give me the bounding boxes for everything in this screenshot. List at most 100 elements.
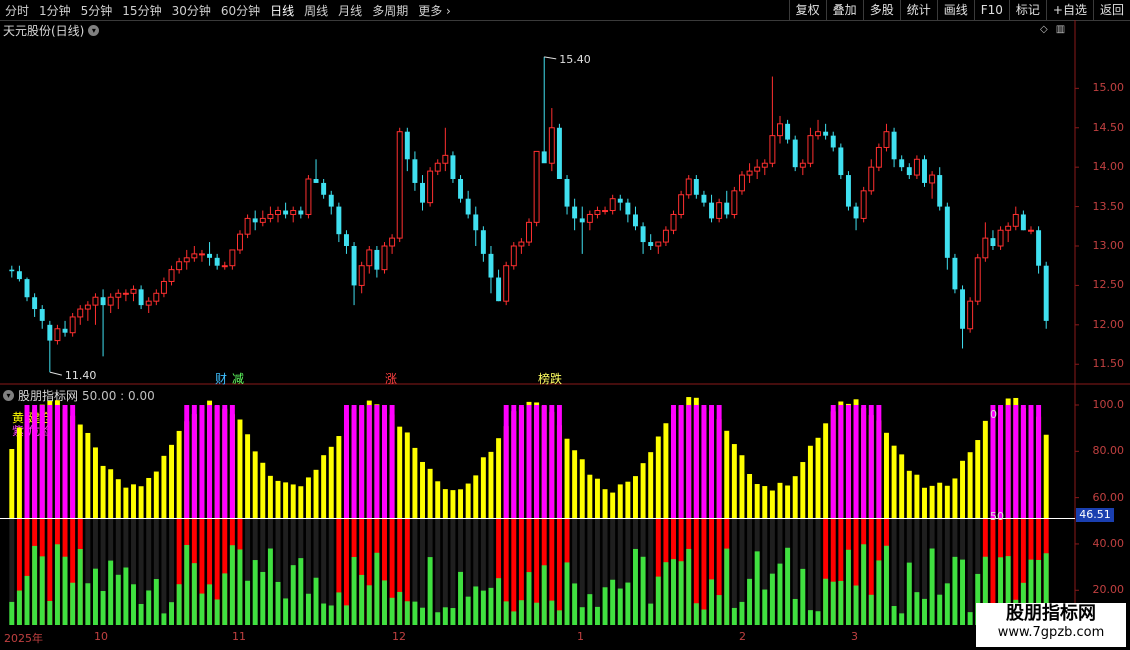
yellow-bar	[435, 481, 441, 519]
candle-body	[860, 190, 867, 219]
candle-body	[709, 202, 715, 219]
yellow-bar	[146, 477, 152, 519]
yellow-bar	[100, 465, 106, 519]
yellow-bar	[982, 420, 988, 519]
watermark-title: 股朋指标网	[1006, 603, 1096, 624]
candle-body	[617, 198, 623, 203]
lower-bar	[815, 518, 821, 625]
magenta-bar	[359, 405, 365, 519]
toolbar-button-1[interactable]: 叠加	[825, 0, 863, 20]
toolbar-button-3[interactable]: 统计	[899, 0, 937, 20]
yellow-bar	[594, 478, 600, 519]
candle-body	[982, 237, 989, 259]
period-tab-3[interactable]: 15分钟	[117, 2, 166, 19]
magenta-bar	[853, 405, 859, 519]
yellow-bar	[663, 423, 669, 519]
yellow-bar	[960, 460, 966, 519]
toolbar-button-6[interactable]: 标记	[1008, 0, 1046, 20]
period-tab-1[interactable]: 1分钟	[34, 2, 76, 19]
yellow-bar	[906, 470, 912, 519]
candle-body	[244, 217, 251, 235]
green-bar	[884, 545, 889, 625]
green-bar	[769, 573, 775, 625]
yellow-bar	[245, 434, 251, 519]
candle-body	[564, 179, 570, 207]
yellow-bar	[587, 474, 593, 519]
magenta-bar	[678, 405, 684, 519]
yellow-bar	[290, 484, 296, 519]
yellow-bar	[640, 463, 646, 519]
candle-body	[670, 213, 677, 231]
candle-body	[62, 328, 68, 333]
period-tab-9[interactable]: 多周期	[367, 2, 413, 19]
period-tab-5[interactable]: 60分钟	[216, 2, 265, 19]
green-bar	[937, 594, 943, 625]
period-tab-4[interactable]: 30分钟	[167, 2, 216, 19]
magenta-bar	[62, 405, 68, 519]
green-bar	[594, 606, 600, 625]
lower-bar	[899, 518, 905, 625]
yellow-bar	[648, 452, 654, 519]
toolbar-button-0[interactable]: 复权	[788, 0, 826, 20]
candle-body	[496, 277, 502, 302]
green-bar	[640, 556, 646, 625]
toolbar-button-2[interactable]: 多股	[862, 0, 900, 20]
indicator-tick: 40.00	[1092, 536, 1125, 550]
yellow-bar	[1043, 434, 1049, 519]
green-bar	[382, 580, 387, 625]
magenta-bar	[556, 405, 562, 519]
candle-body	[473, 214, 479, 231]
toolbar-button-4[interactable]: 画线	[936, 0, 974, 20]
green-bar	[161, 613, 167, 625]
candle-body	[823, 131, 829, 136]
green-bar	[351, 557, 357, 625]
price-tick: 12.00	[1092, 317, 1125, 331]
candle-body	[130, 288, 137, 294]
magenta-bar	[876, 405, 882, 519]
green-bar	[458, 571, 464, 625]
candle-body	[458, 179, 464, 199]
period-tabs: 分时 1分钟 5分钟 15分钟 30分钟 60分钟 日线 周线 月线 多周期 更多 ›	[0, 2, 456, 19]
yellow-bar	[450, 490, 456, 519]
candle-body	[503, 265, 510, 302]
indicator-tick: 100.0	[1092, 398, 1125, 411]
green-bar	[663, 562, 669, 625]
period-tab-7[interactable]: 周线	[299, 2, 333, 19]
yellow-bar	[85, 432, 91, 519]
price-tick: 12.50	[1092, 278, 1125, 292]
yellow-bar	[944, 485, 950, 519]
toolbar-button-8[interactable]: 返回	[1092, 0, 1130, 20]
date-tick: 2025年	[4, 632, 43, 645]
green-bar	[397, 591, 403, 625]
green-bar	[85, 583, 91, 625]
green-bar	[62, 556, 68, 625]
toolbar-button-7[interactable]: +自选	[1045, 0, 1093, 20]
period-tab-6[interactable]: 日线	[265, 2, 299, 19]
period-tab-0[interactable]: 分时	[0, 2, 34, 19]
green-bar	[914, 592, 920, 625]
magenta-bar	[671, 405, 676, 519]
price-tick: 13.50	[1092, 199, 1125, 213]
magenta-bar	[191, 405, 197, 519]
indicator-chart[interactable]	[0, 385, 1130, 630]
yellow-bar	[777, 482, 783, 519]
green-bar	[283, 598, 289, 625]
indicator-tick: 60.00	[1092, 490, 1125, 504]
green-bar	[290, 565, 296, 625]
candlestick-chart[interactable]: 15.40 11.40	[0, 20, 1130, 385]
period-tab-10[interactable]: 更多 ›	[413, 2, 456, 19]
candle-body	[731, 190, 738, 215]
green-bar	[792, 598, 798, 625]
green-bar	[617, 588, 623, 625]
period-tab-8[interactable]: 月线	[333, 2, 367, 19]
magenta-bar	[366, 405, 372, 519]
green-bar	[313, 577, 319, 625]
candle-body	[176, 261, 183, 271]
toolbar-button-5[interactable]: F10	[973, 0, 1009, 20]
period-tab-2[interactable]: 5分钟	[76, 2, 118, 19]
green-bar	[480, 590, 486, 625]
candle-body	[541, 151, 547, 164]
yellow-bar	[313, 469, 319, 519]
green-bar	[960, 559, 966, 625]
candle-body	[237, 233, 243, 251]
